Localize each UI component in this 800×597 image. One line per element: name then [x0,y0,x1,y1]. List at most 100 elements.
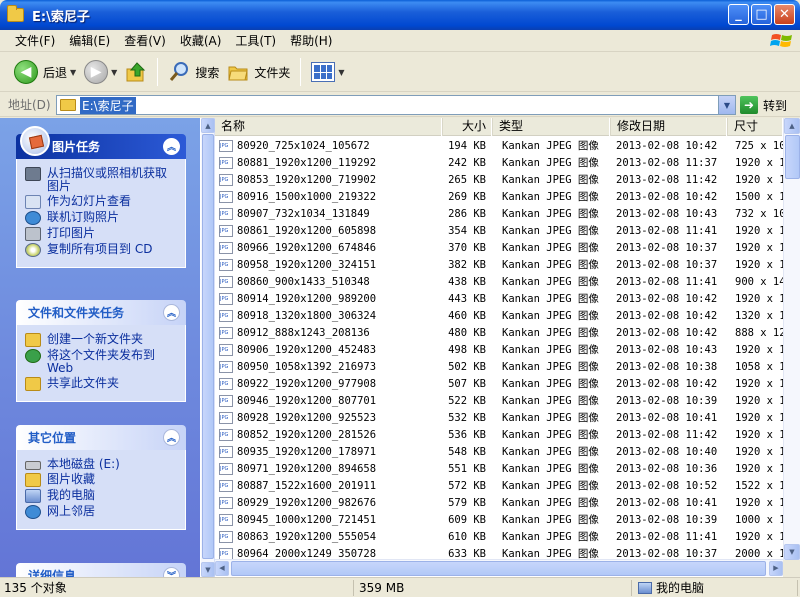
file-name-cell[interactable]: 80958_1920x1200_324151 [215,258,439,271]
file-name-cell[interactable]: 80918_1320x1800_306324 [215,309,439,322]
file-row[interactable]: 80946_1920x1200_807701 522 KB Kankan JPEG … [215,392,783,409]
file-name-cell[interactable]: 80971_1920x1200_894658 [215,462,439,475]
scrollbar-thumb[interactable] [785,135,800,179]
back-dropdown-icon[interactable]: ▼ [70,68,76,77]
file-name-cell[interactable]: 80853_1920x1200_719902 [215,173,439,186]
horizontal-scrollbar[interactable]: ◀ ▶ [215,559,783,576]
file-name-cell[interactable]: 80935_1920x1200_178971 [215,445,439,458]
column-dimensions[interactable]: 尺寸 [728,118,783,136]
views-button[interactable]: ▼ [307,55,348,89]
file-row[interactable]: 80964_2000x1249_350728 633 KB Kankan JPEG … [215,545,783,559]
address-input[interactable]: E:\索尼子 ▼ [56,95,736,115]
task-print[interactable]: 打印图片 [25,227,177,241]
file-name-cell[interactable]: 80950_1058x1392_216973 [215,360,439,373]
file-row[interactable]: 80852_1920x1200_281526 536 KB Kankan JPEG … [215,426,783,443]
go-button[interactable]: ➜ 转到 [740,96,787,114]
file-name-cell[interactable]: 80920_725x1024_105672 [215,139,439,152]
scrollbar-thumb[interactable] [231,561,766,576]
file-name-cell[interactable]: 80907_732x1034_131849 [215,207,439,220]
file-name-cell[interactable]: 80861_1920x1200_605898 [215,224,439,237]
address-dropdown-icon[interactable]: ▼ [718,96,735,114]
file-row[interactable]: 80916_1500x1000_219322 269 KB Kankan JPEG … [215,188,783,205]
file-name-cell[interactable]: 80914_1920x1200_989200 [215,292,439,305]
file-row[interactable]: 80966_1920x1200_674846 370 KB Kankan JPEG … [215,239,783,256]
file-row[interactable]: 80912_888x1243_208136 480 KB Kankan JPEG 图… [215,324,783,341]
column-name[interactable]: 名称 [215,118,443,136]
task-share-folder[interactable]: 共享此文件夹 [25,377,177,391]
file-name-cell[interactable]: 80887_1522x1600_201911 [215,479,439,492]
scroll-left-icon[interactable]: ◀ [215,560,229,576]
file-row[interactable]: 80906_1920x1200_452483 498 KB Kankan JPEG … [215,341,783,358]
task-slideshow[interactable]: 作为幻灯片查看 [25,195,177,209]
place-my-pictures[interactable]: 图片收藏 [25,473,177,487]
file-row[interactable]: 80887_1522x1600_201911 572 KB Kankan JPEG … [215,477,783,494]
place-local-disk[interactable]: 本地磁盘 (E:) [25,458,177,471]
task-get-from-scanner[interactable]: 从扫描仪或照相机获取图片 [25,167,177,193]
file-row[interactable]: 80881_1920x1200_119292 242 KB Kankan JPEG … [215,154,783,171]
menu-file[interactable]: 文件(F) [8,31,62,51]
file-name-cell[interactable]: 80852_1920x1200_281526 [215,428,439,441]
task-order-prints[interactable]: 联机订购照片 [25,211,177,225]
back-button[interactable]: ◀ 后退 ▼ [10,55,80,89]
place-my-computer[interactable]: 我的电脑 [25,489,177,503]
file-name-cell[interactable]: 80906_1920x1200_452483 [215,343,439,356]
file-row[interactable]: 80920_725x1024_105672 194 KB Kankan JPEG 图… [215,137,783,154]
file-row[interactable]: 80945_1000x1200_721451 609 KB Kankan JPEG … [215,511,783,528]
views-dropdown-icon[interactable]: ▼ [338,68,344,77]
up-button[interactable] [121,55,151,89]
file-row[interactable]: 80918_1320x1800_306324 460 KB Kankan JPEG … [215,307,783,324]
file-row[interactable]: 80922_1920x1200_977908 507 KB Kankan JPEG … [215,375,783,392]
menu-favorites[interactable]: 收藏(A) [173,31,229,51]
file-row[interactable]: 80907_732x1034_131849 286 KB Kankan JPEG 图… [215,205,783,222]
place-network[interactable]: 网上邻居 [25,505,177,519]
file-name-cell[interactable]: 80928_1920x1200_925523 [215,411,439,424]
file-tasks-header[interactable]: 文件和文件夹任务 ︽ [16,300,186,325]
close-button[interactable]: ✕ [774,4,795,25]
collapse-chevron-icon[interactable]: ︽ [163,429,180,446]
scroll-down-icon[interactable]: ▼ [784,544,800,560]
file-row[interactable]: 80971_1920x1200_894658 551 KB Kankan JPEG … [215,460,783,477]
address-path[interactable]: E:\索尼子 [80,96,136,114]
scroll-right-icon[interactable]: ▶ [769,560,783,576]
scroll-down-icon[interactable]: ▼ [201,562,215,577]
file-name-cell[interactable]: 80929_1920x1200_982676 [215,496,439,509]
picture-tasks-header[interactable]: 图片任务 ︽ [16,126,186,159]
file-name-cell[interactable]: 80916_1500x1000_219322 [215,190,439,203]
collapse-chevron-icon[interactable]: ︽ [163,138,180,155]
search-button[interactable]: 搜索 [164,55,223,89]
file-row[interactable]: 80914_1920x1200_989200 443 KB Kankan JPEG … [215,290,783,307]
file-row[interactable]: 80928_1920x1200_925523 532 KB Kankan JPEG … [215,409,783,426]
file-name-cell[interactable]: 80964_2000x1249_350728 [215,547,439,559]
file-row[interactable]: 80929_1920x1200_982676 579 KB Kankan JPEG … [215,494,783,511]
column-type[interactable]: 类型 [493,118,611,136]
file-row[interactable]: 80863_1920x1200_555054 610 KB Kankan JPEG … [215,528,783,545]
menu-help[interactable]: 帮助(H) [283,31,339,51]
file-name-cell[interactable]: 80946_1920x1200_807701 [215,394,439,407]
file-row[interactable]: 80853_1920x1200_719902 265 KB Kankan JPEG … [215,171,783,188]
scroll-up-icon[interactable]: ▲ [201,118,215,133]
file-name-cell[interactable]: 80860_900x1433_510348 [215,275,439,288]
task-copy-to-cd[interactable]: 复制所有项目到 CD [25,243,177,257]
file-row[interactable]: 80860_900x1433_510348 438 KB Kankan JPEG 图… [215,273,783,290]
file-name-cell[interactable]: 80922_1920x1200_977908 [215,377,439,390]
scroll-up-icon[interactable]: ▲ [784,118,800,134]
column-size[interactable]: 大小 [443,118,493,136]
collapse-chevron-icon[interactable]: ︽ [163,304,180,321]
forward-button[interactable]: ▶ ▼ [80,55,121,89]
file-row[interactable]: 80861_1920x1200_605898 354 KB Kankan JPEG … [215,222,783,239]
details-header[interactable]: 详细信息 ︾ [16,563,186,577]
column-date[interactable]: 修改日期 [611,118,728,136]
other-places-header[interactable]: 其它位置 ︽ [16,425,186,450]
file-name-cell[interactable]: 80966_1920x1200_674846 [215,241,439,254]
file-name-cell[interactable]: 80881_1920x1200_119292 [215,156,439,169]
expand-chevron-icon[interactable]: ︾ [163,567,180,577]
menu-view[interactable]: 查看(V) [117,31,173,51]
scrollbar-thumb[interactable] [202,134,214,559]
task-pane-scrollbar[interactable]: ▲ ▼ [201,118,215,577]
maximize-button[interactable]: □ [751,4,772,25]
vertical-scrollbar[interactable]: ▲ ▼ [783,118,800,560]
file-name-cell[interactable]: 80945_1000x1200_721451 [215,513,439,526]
file-row[interactable]: 80958_1920x1200_324151 382 KB Kankan JPEG … [215,256,783,273]
task-new-folder[interactable]: 创建一个新文件夹 [25,333,177,347]
menu-tools[interactable]: 工具(T) [228,31,283,51]
